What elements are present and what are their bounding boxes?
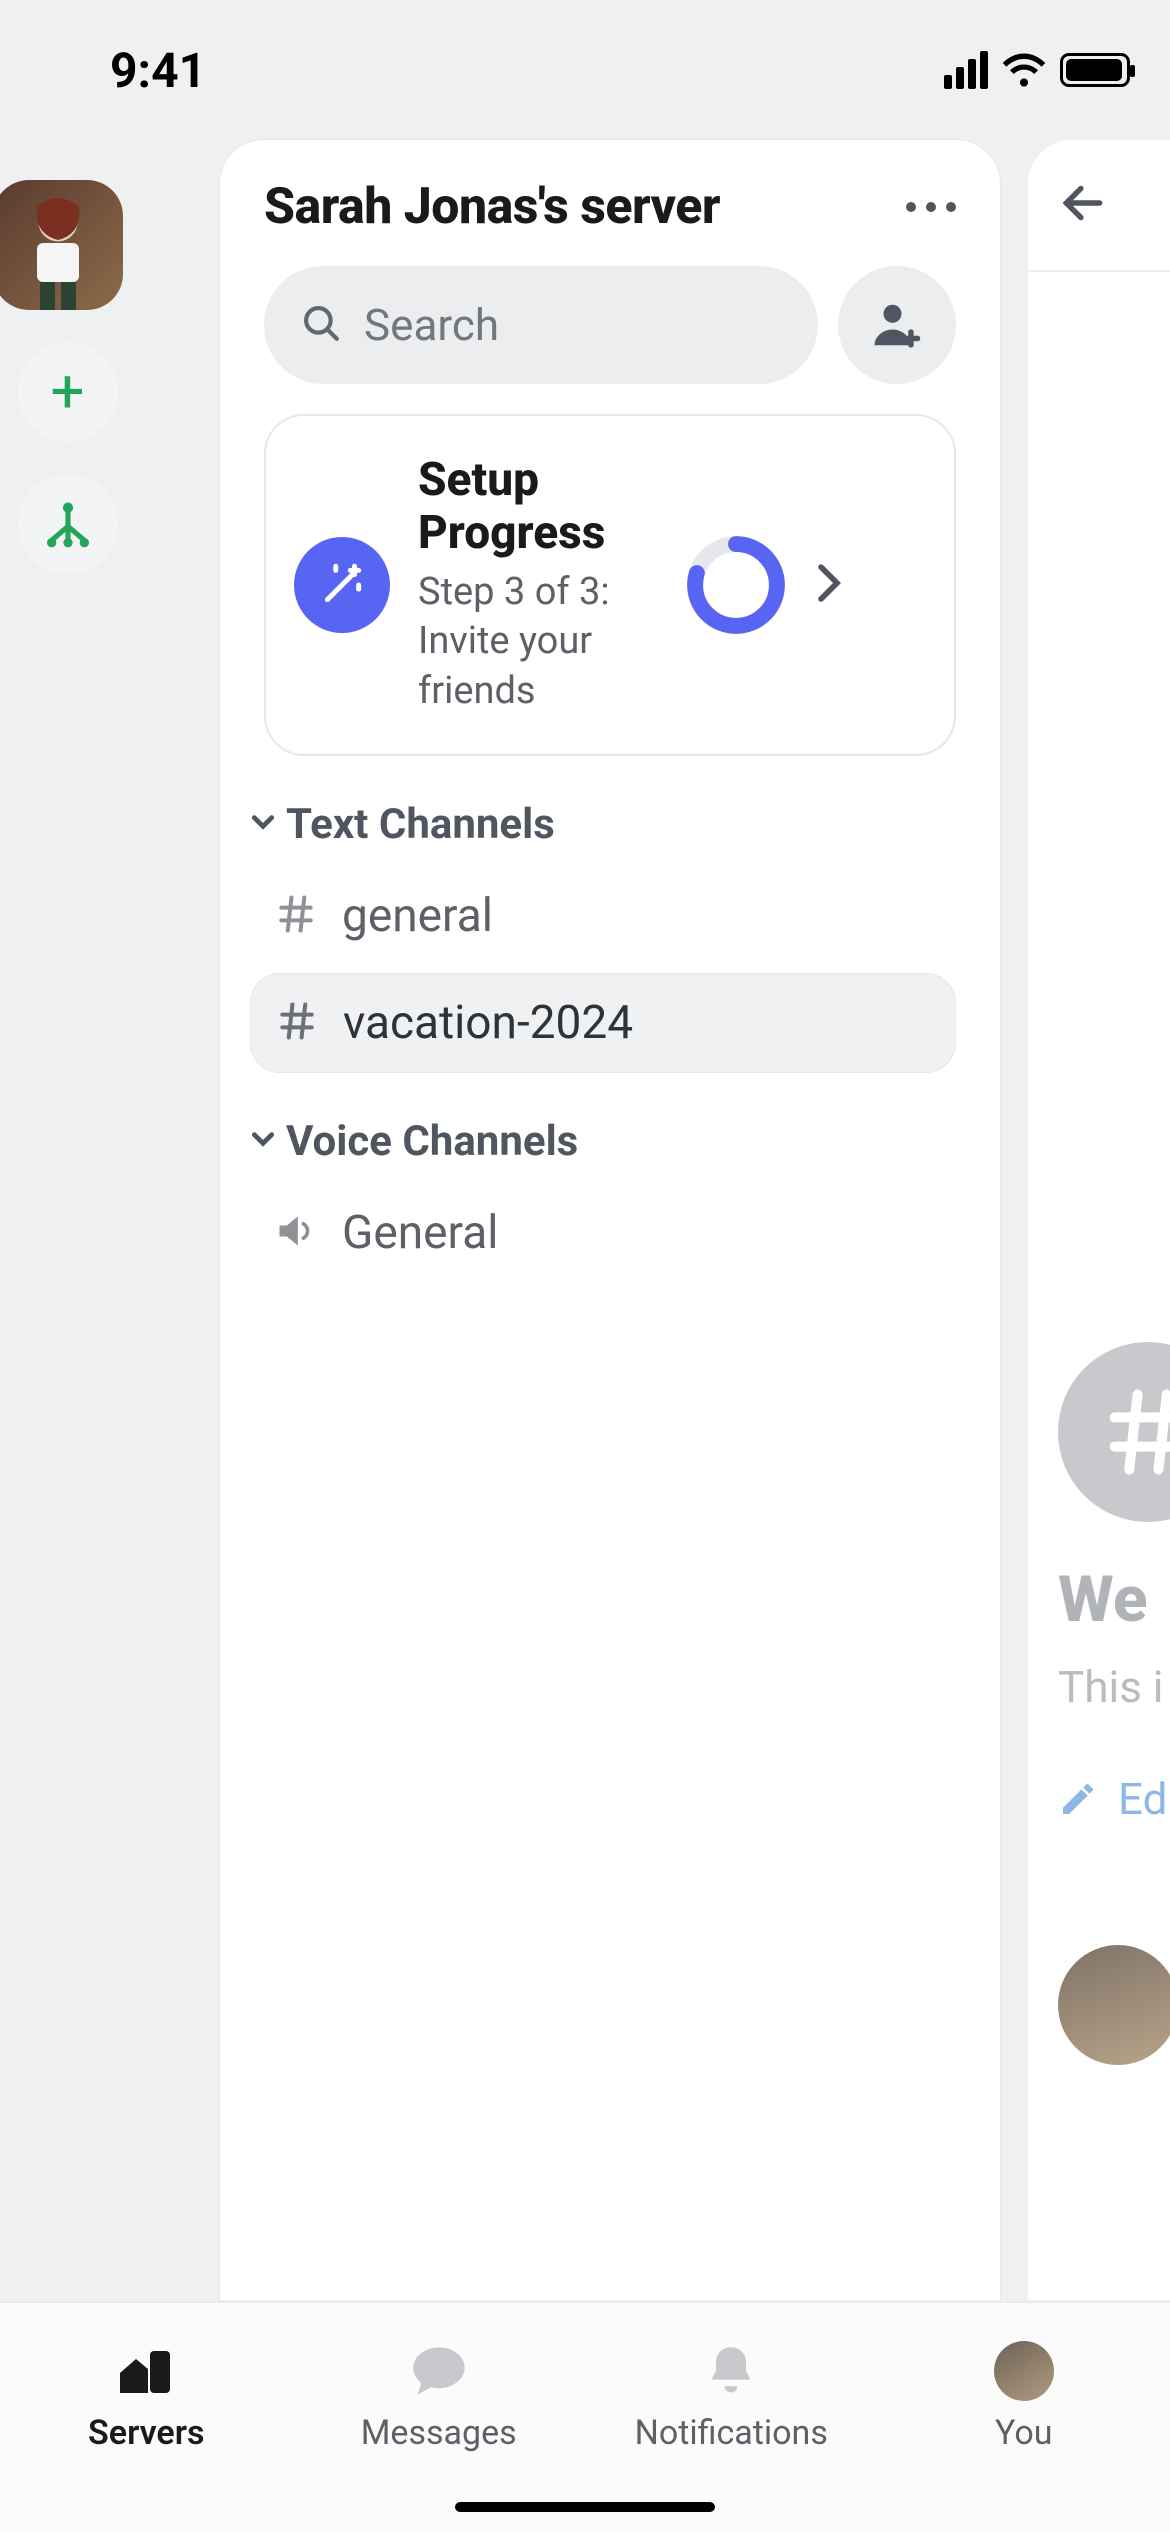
search-input[interactable]: Search [264,266,818,384]
add-server-button[interactable]: + [18,342,118,442]
hash-icon [275,999,319,1047]
voice-channels-header[interactable]: Voice Channels [250,1117,956,1166]
speaker-icon [274,1209,318,1257]
server-rail: + [0,140,135,574]
chevron-right-icon [814,563,844,607]
person-plus-icon [870,298,924,352]
hash-icon [274,892,318,940]
status-time: 9:41 [40,22,206,99]
setup-progress-card[interactable]: Setup Progress Step 3 of 3: Invite your … [264,414,956,756]
channel-name: vacation-2024 [343,996,633,1050]
back-button[interactable] [1058,213,1108,232]
wifi-icon [1002,53,1046,87]
chevron-down-icon [250,1126,276,1156]
wand-icon [294,537,390,633]
hub-icon [40,496,96,552]
invite-people-button[interactable] [838,266,956,384]
status-right [944,31,1130,89]
section-title: Voice Channels [286,1117,578,1166]
edit-channel-link[interactable]: Ed [1058,1773,1170,1825]
setup-progress-ring [686,535,786,635]
bottom-tab-bar: Servers Messages Notifications Y [0,2302,1170,2532]
tab-label: Servers [88,2413,204,2453]
tab-label: Notifications [635,2413,828,2453]
channel-general[interactable]: general [250,867,956,965]
bell-icon [704,2343,758,2399]
more-icon [906,202,916,212]
channel-name: general [342,889,493,943]
channel-name: General [342,1206,498,1260]
message-avatar [1058,1945,1170,2065]
battery-icon [1060,53,1130,87]
section-title: Text Channels [286,800,555,849]
pencil-icon [1058,1779,1098,1819]
cellular-signal-icon [944,51,988,89]
tab-servers[interactable]: Servers [0,2343,293,2453]
tab-messages[interactable]: Messages [293,2343,586,2453]
edit-label: Ed [1118,1773,1167,1825]
voice-channel-general[interactable]: General [250,1184,956,1282]
search-placeholder: Search [364,299,499,351]
tab-label: You [995,2413,1052,2453]
channel-content-peek[interactable]: We This i Ed [1028,140,1170,2300]
avatar-icon [994,2343,1054,2399]
messages-icon [409,2343,469,2399]
tab-you[interactable]: You [878,2343,1170,2453]
home-indicator [455,2502,715,2512]
student-hub-button[interactable] [18,474,118,574]
server-avatar[interactable] [0,180,123,310]
more-button[interactable] [906,202,956,212]
status-bar: 9:41 [0,0,1170,120]
chevron-down-icon [250,809,276,839]
tab-notifications[interactable]: Notifications [585,2343,878,2453]
text-channels-header[interactable]: Text Channels [250,800,956,849]
channel-hash-badge [1058,1342,1170,1522]
plus-icon: + [50,362,84,422]
search-icon [300,302,342,348]
setup-subtitle: Step 3 of 3: Invite your friends [418,568,658,716]
servers-icon [116,2343,176,2399]
setup-title: Setup Progress [418,454,658,560]
welcome-title: We [1058,1562,1170,1637]
channel-vacation-2024[interactable]: vacation-2024 [250,973,956,1073]
server-title[interactable]: Sarah Jonas's server [264,178,720,236]
channel-panel: Sarah Jonas's server Search [220,140,1000,2300]
tab-label: Messages [361,2413,517,2453]
welcome-subtitle: This i [1058,1661,1170,1713]
